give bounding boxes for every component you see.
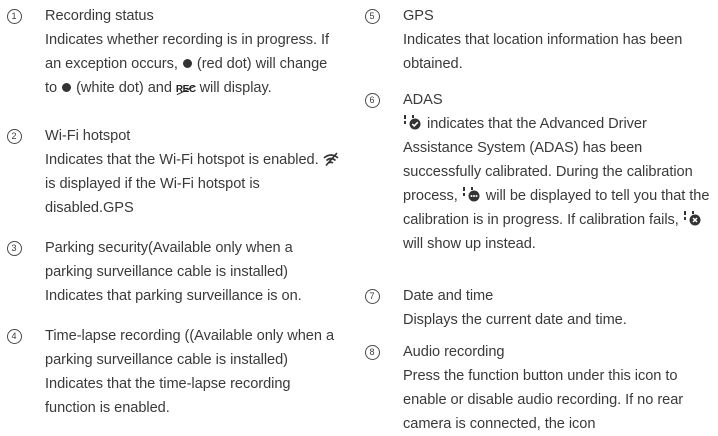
item-title: Time-lapse recording ((Available only wh… — [45, 328, 335, 368]
left-column: 1 Recording status Indicates whether rec… — [0, 4, 340, 420]
item-body: Indicates that parking surveillance is o… — [45, 288, 302, 304]
item-number: 3 — [6, 236, 22, 260]
white-dot-icon — [62, 83, 72, 92]
adas-fail-icon — [683, 211, 701, 226]
manual-page: 1 Recording status Indicates whether rec… — [0, 0, 718, 432]
list-item-time-lapse: 4 Time-lapse recording ((Available only … — [0, 324, 340, 420]
item-number: 4 — [6, 324, 22, 348]
item-number: 8 — [364, 340, 380, 364]
item-title: GPS — [403, 8, 434, 24]
right-column: 5 GPS Indicates that location informatio… — [358, 4, 718, 436]
list-item-gps: 5 GPS Indicates that location informatio… — [358, 4, 718, 88]
item-body: Indicates that the Wi-Fi hotspot is enab… — [45, 148, 340, 220]
adas-check-icon — [404, 115, 421, 130]
item-title: Audio recording — [403, 344, 505, 360]
item-number: 7 — [364, 284, 380, 308]
item-body: Indicates whether recording is in progre… — [45, 32, 330, 96]
item-number: 2 — [6, 124, 22, 148]
red-dot-icon — [182, 59, 192, 68]
item-body: Indicates that location information has … — [403, 32, 683, 72]
item-title: Date and time — [403, 288, 494, 304]
item-body: Indicates that the time-lapse recording … — [45, 376, 291, 416]
rec-crossed-icon: REC — [175, 84, 196, 95]
item-title: Recording status — [45, 8, 154, 24]
list-item-wifi-hotspot: 2 Wi-Fi hotspot Indicates that the Wi-Fi… — [0, 124, 340, 236]
item-body: Displays the current date and time. — [403, 312, 627, 328]
list-item-audio-recording: 8 Audio recording Press the function but… — [358, 340, 718, 436]
item-title: ADAS — [403, 92, 443, 108]
item-number: 1 — [6, 4, 22, 28]
item-title: Parking security(Available only when a p… — [45, 240, 293, 280]
item-body: indicates that the Advanced Driver Assis… — [403, 115, 710, 252]
item-number: 6 — [364, 88, 380, 112]
list-item-date-time: 7 Date and time Displays the current dat… — [358, 284, 718, 340]
list-item-adas: 6 ADAS indicates that the Advanced Drive… — [358, 88, 718, 284]
adas-progress-icon — [462, 187, 480, 202]
item-title: Wi-Fi hotspot — [45, 128, 131, 144]
list-item-recording-status: 1 Recording status Indicates whether rec… — [0, 4, 340, 124]
item-body: Press the function button under this ico… — [403, 368, 684, 432]
wifi-off-icon — [323, 152, 339, 166]
item-number: 5 — [364, 4, 380, 28]
list-item-parking-security: 3 Parking security(Available only when a… — [0, 236, 340, 324]
